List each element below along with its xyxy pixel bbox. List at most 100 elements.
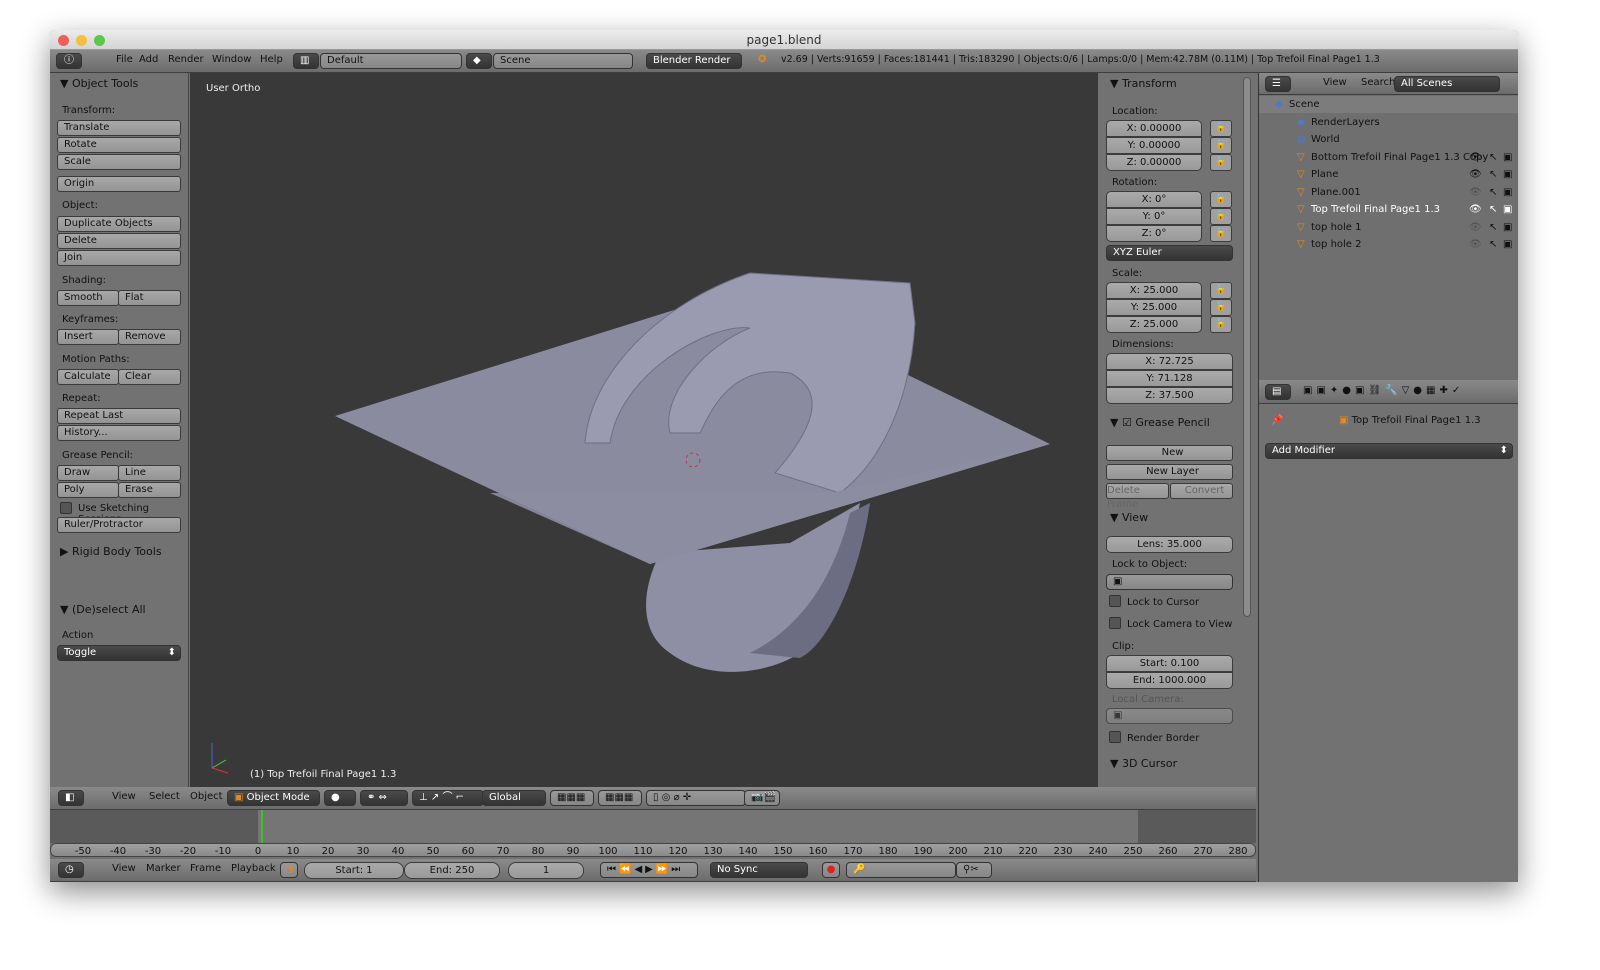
outliner-type-icon[interactable]: ☰ [1265,76,1291,92]
repeat-last-button[interactable]: Repeat Last [57,408,181,424]
local-camera-field[interactable]: ▣ [1106,708,1233,724]
sync-select[interactable]: No Sync [710,862,808,878]
menu-render[interactable]: Render [168,54,204,65]
lock-cursor-checkbox[interactable] [1109,595,1121,607]
outliner-item[interactable]: ◆ RenderLayers [1259,114,1518,131]
outliner-item[interactable]: ▽ Plane 👁 ↖ ▣ [1259,166,1518,183]
view3d-type-icon[interactable]: ◧ [58,790,84,806]
close-icon[interactable] [58,35,69,46]
select-cursor-icon[interactable]: ↖ [1489,184,1497,201]
clip-end-field[interactable]: End: 1000.000 [1106,672,1233,689]
render-camera-icon[interactable]: ▣ [1503,149,1512,166]
new-layer-button[interactable]: New Layer [1106,464,1233,480]
select-cursor-icon[interactable]: ↖ [1489,236,1497,253]
lock-icon[interactable]: 🔓 [1210,191,1232,208]
properties-context-tabs[interactable]: ▣▣✦●▣⛓🔧▽●▦✚✓ [1303,385,1464,396]
frame-menu[interactable]: Frame [190,863,221,874]
duplicate-button[interactable]: Duplicate Objects [57,216,181,232]
render-buttons[interactable]: 📷🎬 [744,790,780,806]
rotation-mode-select[interactable]: XYZ Euler [1106,245,1233,261]
panel-scrollbar[interactable] [1243,77,1251,617]
menu-file[interactable]: File [116,54,133,65]
render-camera-icon[interactable]: ▣ [1503,201,1512,218]
pivot-select[interactable]: ⚭ ⇔ [360,790,408,806]
lock-icon[interactable]: 🔓 [1210,299,1232,316]
lock-camera-checkbox[interactable] [1109,617,1121,629]
3d-cursor-header[interactable]: ▼ 3D Cursor [1110,757,1177,770]
mode-select[interactable]: ▣ Object Mode [227,790,320,806]
playback-menu[interactable]: Playback [231,863,276,874]
outliner-filter-select[interactable]: All Scenes [1394,76,1500,92]
grease-pencil-header[interactable]: ▼ ☑ Grease Pencil [1110,416,1210,429]
visibility-eye-icon[interactable]: 👁 [1469,149,1482,166]
lock-icon[interactable]: 🔓 [1210,282,1232,299]
clip-start-field[interactable]: Start: 0.100 [1106,655,1233,672]
playhead[interactable] [260,810,263,843]
select-cursor-icon[interactable]: ↖ [1489,201,1497,218]
dimension-z-field[interactable]: Z: 37.500 [1106,387,1233,404]
clear-button[interactable]: Clear [118,369,181,385]
orientation-select[interactable]: Global [482,790,546,806]
layers-grid-1[interactable]: ▦▦▦ [550,790,594,806]
render-border-checkbox[interactable] [1109,731,1121,743]
start-frame-field[interactable]: Start: 1 [304,862,404,879]
visibility-eye-icon[interactable]: 👁 [1469,236,1482,253]
dimension-y-field[interactable]: Y: 71.128 [1106,370,1233,387]
render-camera-icon[interactable]: ▣ [1503,219,1512,236]
new-gp-button[interactable]: New [1106,445,1233,461]
remove-keyframe-button[interactable]: Remove [118,329,181,345]
scale-z-field[interactable]: Z: 25.000 [1106,316,1202,333]
scene-select[interactable]: Scene [493,53,633,69]
lock-icon[interactable]: 🔓 [1210,316,1232,333]
layout-icon[interactable]: ▥ [293,53,319,69]
scene-icon[interactable]: ◆ [466,53,492,69]
editor-type-icon[interactable]: ⓘ [56,53,82,69]
lock-icon[interactable]: 🔓 [1210,137,1232,154]
keyframe-buttons[interactable]: ⚲✂ [956,862,992,878]
view-header[interactable]: ▼ View [1110,511,1148,524]
rotate-button[interactable]: Rotate [57,137,181,153]
deselect-all-header[interactable]: ▼ (De)select All [60,603,146,616]
outliner-search-menu[interactable]: Search [1361,77,1395,88]
join-button[interactable]: Join [57,250,181,266]
outliner-item[interactable]: ▽ Plane.001 👁 ↖ ▣ [1259,184,1518,201]
lock-icon[interactable]: 🔓 [1210,154,1232,171]
visibility-eye-icon[interactable]: 👁 [1469,219,1482,236]
layers-grid-2[interactable]: ▦▦▦ [598,790,642,806]
add-modifier-select[interactable]: Add Modifier ⬍ [1265,443,1513,459]
dimension-x-field[interactable]: X: 72.725 [1106,353,1233,370]
minimize-icon[interactable] [76,35,87,46]
outliner-view-menu[interactable]: View [1323,77,1347,88]
render-camera-icon[interactable]: ▣ [1503,184,1512,201]
object-tools-header[interactable]: ▼ Object Tools [60,77,138,90]
outliner-item[interactable]: ▽ Top Trefoil Final Page1 1.3 👁 ↖ ▣ [1259,201,1518,218]
select-cursor-icon[interactable]: ↖ [1489,219,1497,236]
line-button[interactable]: Line [118,465,181,481]
object-menu[interactable]: Object [190,791,223,802]
menu-add[interactable]: Add [139,54,158,65]
select-menu[interactable]: Select [149,791,180,802]
layout-select[interactable]: Default [320,53,462,69]
visibility-eye-icon[interactable]: 👁 [1469,201,1482,218]
view-menu[interactable]: View [112,791,136,802]
sketching-checkbox[interactable] [60,502,72,514]
visibility-eye-icon[interactable]: 👁 [1469,166,1482,183]
keying-set-field[interactable]: 🔑 [846,862,956,878]
outliner-item[interactable]: ◆ Scene [1259,96,1518,113]
pin-icon[interactable]: 📌 [1271,415,1283,426]
outliner-item[interactable]: ▽ top hole 1 👁 ↖ ▣ [1259,219,1518,236]
preview-range-icon[interactable]: ◔ [280,862,298,878]
scale-y-field[interactable]: Y: 25.000 [1106,299,1202,316]
playback-controls[interactable]: ⏮⏪◀▶⏩⏭ [600,862,698,878]
properties-type-icon[interactable]: ▤ [1265,384,1291,400]
3d-viewport[interactable]: User Ortho (1) Top Trefoil Final Page1 1… [190,73,1098,787]
lock-object-field[interactable]: ▣ [1106,574,1233,590]
record-icon[interactable]: ● [822,862,840,878]
timeline-scrollbar[interactable]: -50 -40 -30 -20 -10 0 10 20 30 40 50 60 70 80 90 100 110… [50,843,1256,857]
flat-button[interactable]: Flat [118,290,181,306]
render-engine-select[interactable]: Blender Render [646,53,742,69]
visibility-eye-icon[interactable]: 👁 [1469,184,1482,201]
history-button[interactable]: History... [57,425,181,441]
lens-field[interactable]: Lens: 35.000 [1106,536,1233,553]
menu-help[interactable]: Help [260,54,283,65]
